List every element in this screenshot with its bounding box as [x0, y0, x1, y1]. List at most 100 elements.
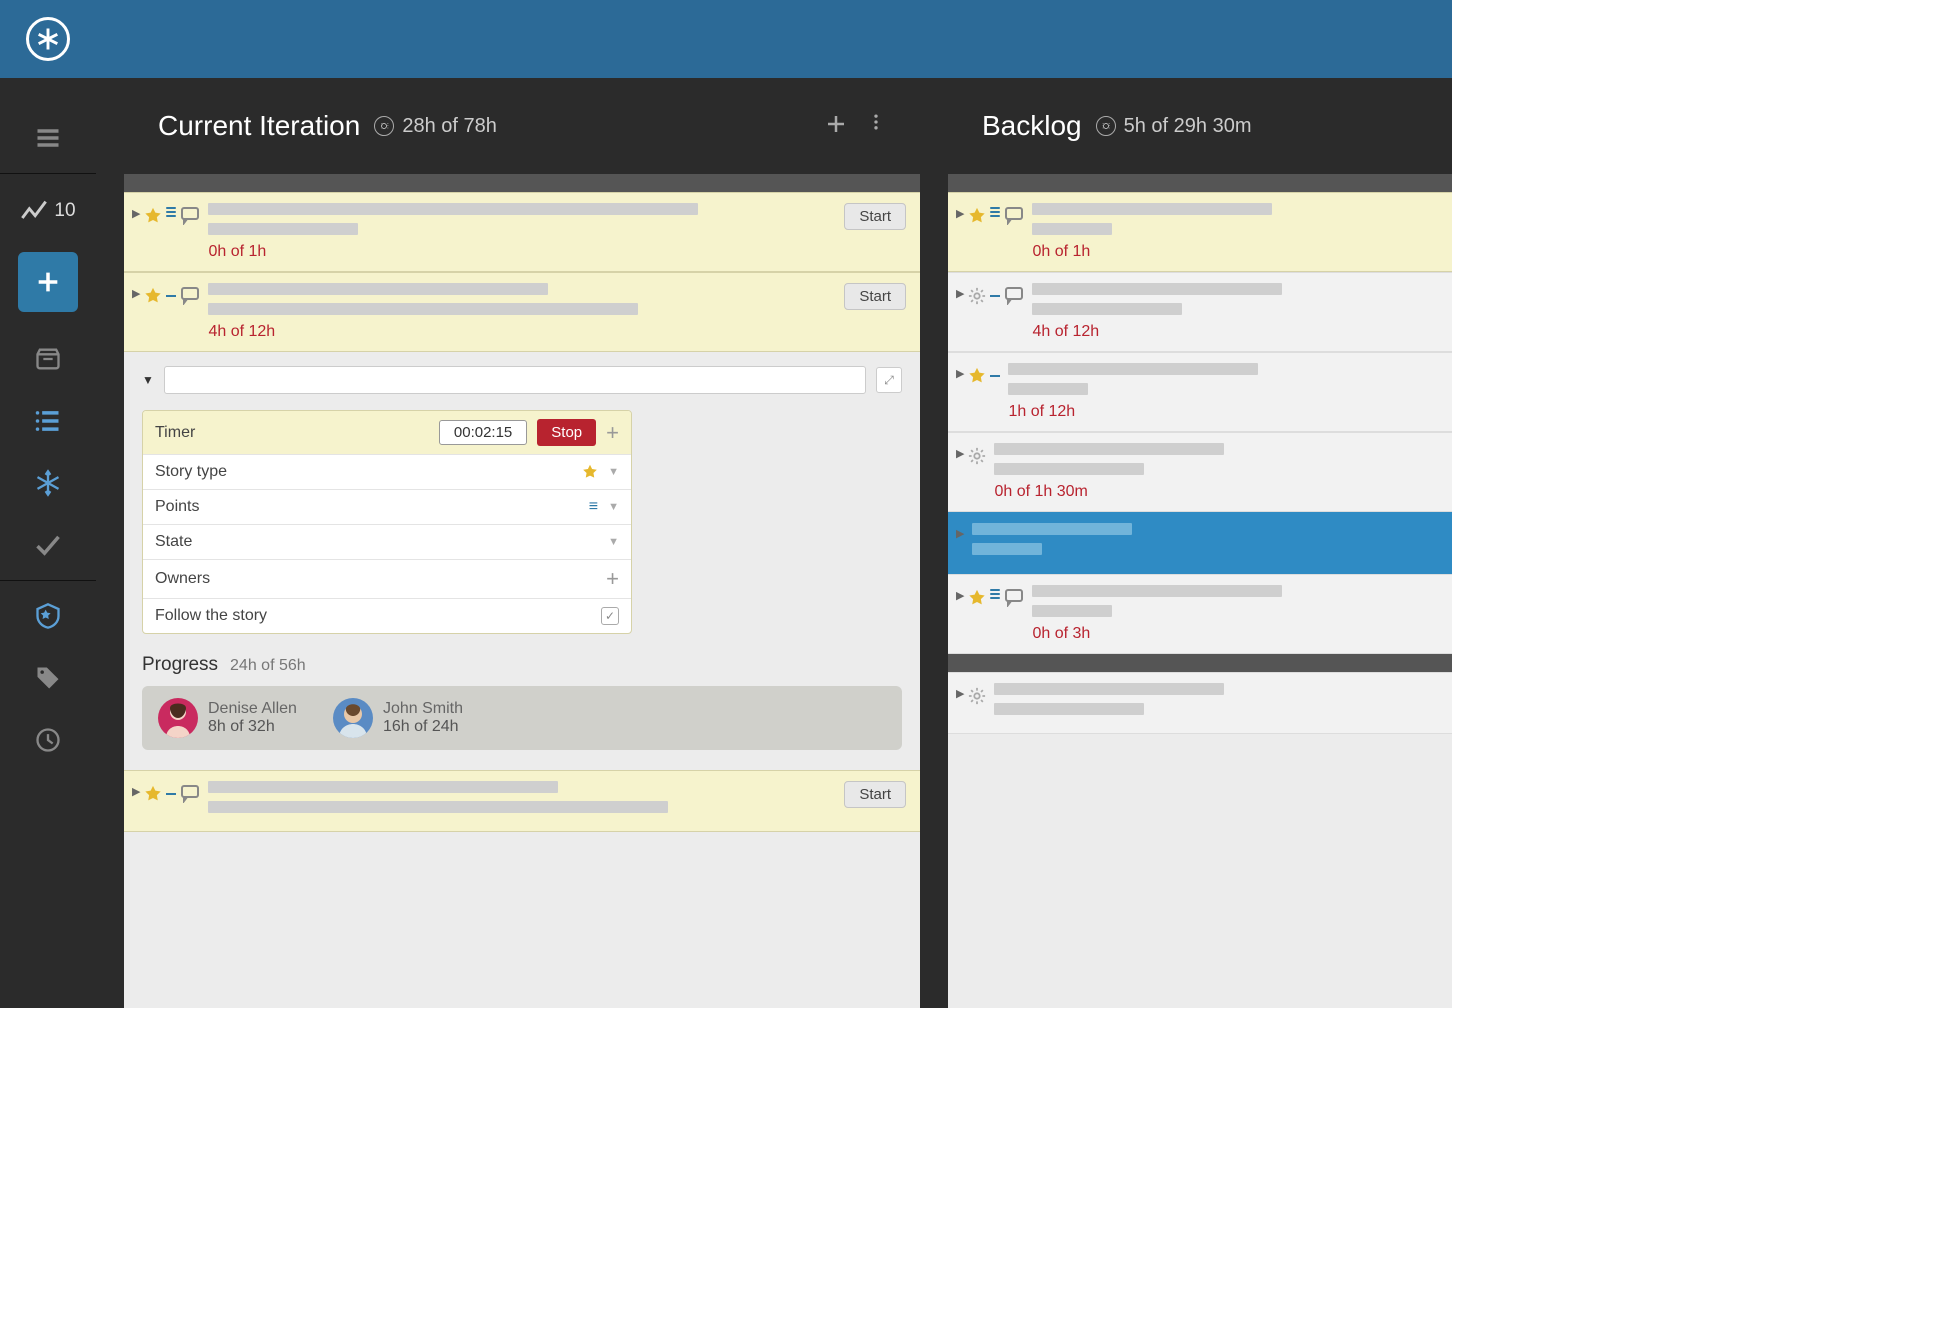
sidebar-snowflake-icon[interactable] — [0, 452, 96, 514]
collapse-icon[interactable]: ▼ — [142, 373, 154, 387]
story-card[interactable]: ▶ 0h of 3h — [948, 574, 1452, 654]
timer-display: 00:02:15 — [439, 420, 527, 445]
start-button[interactable]: Start — [844, 283, 906, 310]
comment-icon[interactable] — [180, 207, 200, 225]
story-title-placeholder — [994, 683, 1224, 695]
dropdown-icon[interactable]: ▼ — [608, 466, 619, 478]
story-title-placeholder — [208, 283, 548, 295]
comment-icon[interactable] — [180, 287, 200, 305]
timer-row: Timer 00:02:15 Stop + — [143, 411, 631, 455]
app-logo-icon[interactable] — [26, 17, 70, 61]
sidebar-add-button[interactable] — [18, 252, 78, 312]
dropdown-icon[interactable]: ▼ — [608, 501, 619, 513]
sidebar-check-icon[interactable] — [0, 514, 96, 576]
story-card[interactable]: ▶4h of 12h — [948, 272, 1452, 352]
star-icon — [582, 464, 598, 480]
story-card[interactable]: ▶ — [948, 672, 1452, 734]
points-row[interactable]: Points ≡ ▼ — [143, 490, 631, 525]
board-menu-icon[interactable] — [866, 112, 886, 141]
sidebar-tag-icon[interactable] — [0, 647, 96, 709]
person[interactable]: John Smith 16h of 24h — [333, 698, 463, 738]
star-icon — [968, 207, 986, 225]
sidebar-divider — [0, 580, 96, 581]
expand-icon[interactable]: ▶ — [956, 207, 964, 220]
story-title-placeholder — [1032, 303, 1182, 315]
story-title-placeholder — [972, 523, 1132, 535]
star-icon — [968, 367, 986, 385]
star-icon — [968, 589, 986, 607]
expand-icon[interactable]: ▶ — [956, 687, 964, 700]
expand-icon[interactable]: ▶ — [956, 287, 964, 300]
story-card[interactable]: ▶1h of 12h — [948, 352, 1452, 432]
points-icon — [166, 295, 176, 297]
sidebar-list-icon[interactable] — [0, 390, 96, 452]
sidebar-menu-icon[interactable] — [0, 102, 96, 174]
state-row[interactable]: State ▼ — [143, 525, 631, 560]
story-card[interactable]: ▶ Start — [124, 770, 920, 832]
dropdown-icon[interactable]: ▼ — [608, 536, 619, 548]
person[interactable]: Denise Allen 8h of 32h — [158, 698, 297, 738]
owners-row[interactable]: Owners + — [143, 560, 631, 599]
sidebar-shield-icon[interactable] — [0, 585, 96, 647]
story-title-placeholder — [994, 463, 1144, 475]
sidebar-chart-item[interactable]: 10 — [0, 180, 96, 242]
story-time: 0h of 3h — [1032, 625, 1438, 643]
sidebar: 10 — [0, 78, 96, 1008]
start-button[interactable]: Start — [844, 781, 906, 808]
story-type-row[interactable]: Story type ▼ — [143, 455, 631, 490]
start-button[interactable]: Start — [844, 203, 906, 230]
expand-icon[interactable]: ▶ — [132, 207, 140, 220]
topbar — [0, 0, 1452, 78]
expand-icon[interactable]: ▶ — [132, 785, 140, 798]
stop-button[interactable]: Stop — [537, 419, 596, 446]
board-header: Current Iteration ⋮⋮ 28h of 78h — [124, 78, 920, 174]
backlog-separator — [948, 654, 1452, 672]
story-card[interactable]: ▶ — [948, 512, 1452, 574]
add-owner-icon[interactable]: + — [606, 568, 619, 590]
expand-icon[interactable]: ▶ — [956, 527, 964, 540]
gear-icon — [968, 287, 986, 305]
points-icon — [166, 793, 176, 795]
follow-checkbox[interactable]: ✓ — [601, 607, 619, 625]
progress-title: Progress — [142, 654, 218, 676]
story-title-placeholder — [972, 543, 1042, 555]
comment-icon[interactable] — [180, 785, 200, 803]
story-title-placeholder — [208, 801, 668, 813]
story-card[interactable]: ▶ 4h of 12h Start — [124, 272, 920, 352]
gear-icon — [968, 687, 986, 705]
story-title-placeholder — [208, 203, 698, 215]
comment-icon[interactable] — [1004, 287, 1024, 305]
avatar — [158, 698, 198, 738]
comment-icon[interactable] — [1004, 207, 1024, 225]
star-icon — [144, 287, 162, 305]
fullscreen-icon[interactable]: ⤢ — [876, 367, 902, 393]
star-icon — [144, 207, 162, 225]
story-card[interactable]: ▶ 0h of 1h Start — [124, 192, 920, 272]
expand-icon[interactable]: ▶ — [132, 287, 140, 300]
story-time: 0h of 1h 30m — [994, 483, 1438, 501]
board-header: Backlog ⋮⋮ 5h of 29h 30m — [948, 78, 1452, 174]
story-card[interactable]: ▶ 0h of 1h 30m — [948, 432, 1452, 512]
follow-row[interactable]: Follow the story ✓ — [143, 599, 631, 633]
person-hours: 8h of 32h — [208, 718, 297, 736]
expand-icon[interactable]: ▶ — [956, 367, 964, 380]
points-icon — [990, 589, 1000, 599]
board-title: Current Iteration — [158, 110, 360, 142]
expand-icon[interactable]: ▶ — [956, 589, 964, 602]
board-subbar — [124, 174, 920, 192]
comment-icon[interactable] — [1004, 589, 1024, 607]
add-time-icon[interactable]: + — [606, 422, 619, 444]
story-card[interactable]: ▶0h of 1h — [948, 192, 1452, 272]
story-title-placeholder — [994, 443, 1224, 455]
story-details-box: Timer 00:02:15 Stop + Story type ▼ — [142, 410, 632, 634]
expand-icon[interactable]: ▶ — [956, 447, 964, 460]
story-title-placeholder — [1032, 585, 1282, 597]
story-title-placeholder — [1032, 223, 1112, 235]
story-title-input[interactable] — [164, 366, 866, 394]
sidebar-inbox-icon[interactable] — [0, 328, 96, 390]
sidebar-history-icon[interactable] — [0, 709, 96, 771]
story-time: 0h of 1h — [208, 243, 836, 261]
board-add-icon[interactable] — [824, 112, 848, 141]
points-icon — [166, 207, 176, 217]
story-title-placeholder — [1008, 363, 1258, 375]
